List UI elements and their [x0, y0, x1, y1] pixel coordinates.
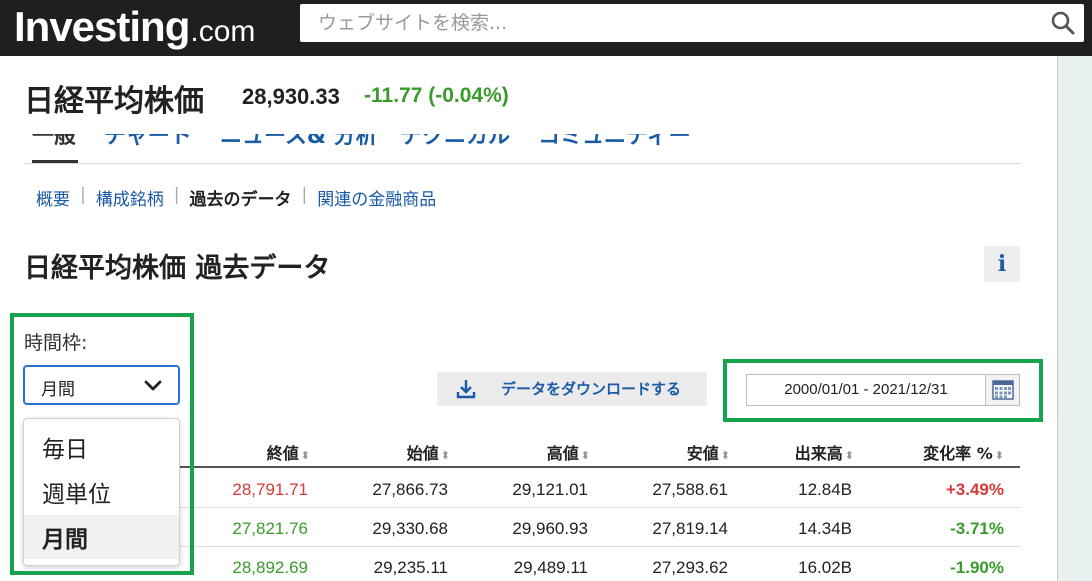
column-header-close[interactable]: 終値 ⬍ — [267, 440, 310, 464]
date-range-value: 2000/01/01 - 2021/12/31 — [784, 381, 948, 398]
tab-technical[interactable]: テクニカル — [400, 134, 510, 150]
column-header-high[interactable]: 高値 ⬍ — [547, 440, 590, 464]
instrument-change: -11.77 (-0.04%) — [364, 84, 509, 108]
cell-change-pct: -3.71% — [950, 519, 1004, 538]
timeframe-selected-value: 月間 — [41, 380, 75, 400]
subnav-separator: | — [173, 185, 180, 205]
cell-open: 27,866.73 — [372, 480, 448, 499]
logo-main-text: Investing — [14, 3, 190, 50]
tab-general[interactable]: 一般 — [32, 134, 76, 150]
change-value: -11.77 — [364, 84, 423, 107]
tab-chart[interactable]: チャート — [104, 134, 192, 150]
top-bar: Investing .com — [0, 0, 1092, 56]
cell-change-pct: -1.90% — [950, 558, 1004, 577]
subnav-components[interactable]: 構成銘柄 — [96, 185, 164, 210]
search-input[interactable] — [300, 4, 1040, 42]
timeframe-option-weekly[interactable]: 週単位 — [24, 470, 179, 514]
cell-volume: 16.02B — [798, 558, 852, 577]
download-icon — [456, 380, 476, 399]
info-button[interactable]: i — [984, 246, 1020, 282]
column-header-low[interactable]: 安値 ⬍ — [687, 440, 730, 464]
logo-suffix-text: .com — [190, 15, 256, 48]
timeframe-label: 時間枠: — [24, 332, 88, 354]
right-gutter — [1058, 56, 1092, 581]
download-label: データをダウンロードする — [501, 380, 682, 398]
tab-community[interactable]: コミュニティー — [538, 134, 691, 150]
timeframe-option-daily[interactable]: 毎日 — [24, 425, 179, 469]
active-tab-indicator — [32, 160, 78, 163]
cell-volume: 14.34B — [798, 519, 852, 538]
cell-close: 28,791.71 — [232, 480, 308, 499]
cell-volume: 12.84B — [798, 480, 852, 499]
tab-news-analysis[interactable]: ニュース& 分析 — [220, 134, 378, 150]
download-data-button[interactable]: データをダウンロードする — [437, 372, 707, 406]
cell-open: 29,235.11 — [373, 558, 448, 577]
site-logo[interactable]: Investing .com — [14, 2, 255, 52]
subnav-overview[interactable]: 概要 — [36, 185, 70, 210]
cell-high: 29,489.11 — [513, 558, 588, 577]
timeframe-dropdown-menu: 毎日 週単位 月間 — [23, 418, 180, 566]
tab-strip: 一般 チャート ニュース& 分析 テクニカル コミュニティー — [24, 134, 1020, 164]
search-box — [300, 4, 1084, 42]
date-range-picker[interactable]: 2000/01/01 - 2021/12/31 — [746, 374, 1020, 406]
column-header-volume[interactable]: 出来高 ⬍ — [795, 440, 854, 464]
cell-close: 27,821.76 — [232, 519, 308, 538]
section-title: 日経平均株価 過去データ — [24, 253, 331, 284]
info-icon: i — [997, 251, 1007, 277]
subnav-separator: | — [80, 185, 86, 205]
cell-low: 27,819.14 — [652, 519, 728, 538]
cell-low: 27,293.62 — [652, 558, 728, 577]
column-header-open[interactable]: 始値 ⬍ — [407, 440, 450, 464]
calendar-icon — [992, 380, 1014, 400]
timeframe-option-monthly[interactable]: 月間 — [24, 515, 179, 559]
chevron-down-icon — [144, 380, 162, 391]
subnav-related-instruments[interactable]: 関連の金融商品 — [317, 185, 436, 210]
cell-close: 28,892.69 — [232, 558, 308, 577]
cell-high: 29,960.93 — [512, 519, 588, 538]
cell-high: 29,121.01 — [512, 480, 588, 499]
search-icon[interactable] — [1050, 10, 1076, 36]
subnav-separator: | — [301, 185, 308, 205]
calendar-button[interactable] — [985, 375, 1019, 405]
cell-low: 27,588.61 — [652, 480, 728, 499]
subnav-historical-data[interactable]: 過去のデータ — [189, 185, 291, 210]
cell-open: 29,330.68 — [372, 519, 448, 538]
sub-navigation: 概要 | 構成銘柄 | 過去のデータ | 関連の金融商品 — [36, 185, 436, 210]
instrument-price: 28,930.33 — [242, 84, 340, 109]
change-percent: (-0.04%) — [428, 84, 509, 107]
cell-change-pct: +3.49% — [945, 480, 1004, 499]
instrument-name: 日経平均株価 — [24, 84, 204, 119]
timeframe-select[interactable]: 月間 — [23, 365, 180, 405]
column-header-change-pct[interactable]: 変化率 % ⬍ — [923, 440, 1004, 464]
